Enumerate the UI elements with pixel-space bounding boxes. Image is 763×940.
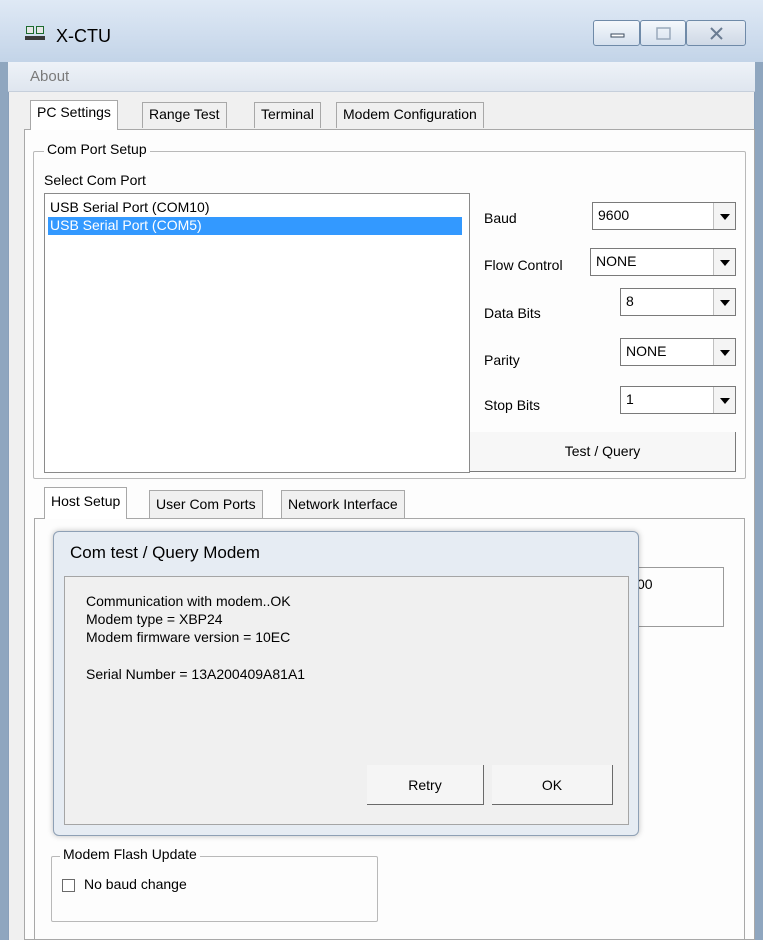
dialog-line-serial: Serial Number = 13A200409A81A1	[86, 666, 306, 682]
dialog-line-modem-type: Modem type = XBP24	[86, 611, 223, 627]
dialog-line-firmware: Modem firmware version = 10EC	[86, 629, 291, 645]
tab-user-com-ports[interactable]: User Com Ports	[149, 490, 263, 518]
chevron-down-icon[interactable]	[713, 249, 735, 275]
baud-select[interactable]: 9600	[592, 202, 736, 230]
parity-select[interactable]: NONE	[620, 338, 736, 366]
chevron-down-icon[interactable]	[713, 289, 735, 315]
menu-bar	[8, 62, 755, 92]
chevron-down-icon[interactable]	[713, 203, 735, 229]
tab-modem-configuration[interactable]: Modem Configuration	[336, 102, 484, 128]
flow-control-label: Flow Control	[484, 257, 563, 273]
tab-terminal[interactable]: Terminal	[254, 102, 321, 128]
stop-bits-value: 1	[626, 391, 634, 407]
no-baud-change-checkbox[interactable]	[62, 879, 75, 892]
ok-button[interactable]: OK	[492, 765, 613, 805]
stop-bits-select[interactable]: 1	[620, 386, 736, 414]
retry-button[interactable]: Retry	[367, 765, 484, 805]
flow-control-select[interactable]: NONE	[590, 248, 736, 276]
list-item-com5[interactable]: USB Serial Port (COM5)	[48, 217, 462, 235]
close-button[interactable]	[686, 20, 746, 46]
data-bits-value: 8	[626, 293, 634, 309]
baud-label: Baud	[484, 210, 517, 226]
tab-pc-settings[interactable]: PC Settings	[30, 100, 118, 130]
tab-network-interface[interactable]: Network Interface	[281, 490, 405, 518]
stop-bits-label: Stop Bits	[484, 397, 541, 413]
parity-value: NONE	[626, 343, 667, 359]
app-icon	[25, 24, 47, 42]
list-item-com10[interactable]: USB Serial Port (COM10)	[48, 199, 462, 217]
tab-range-test[interactable]: Range Test	[142, 102, 227, 128]
flow-control-value: NONE	[596, 253, 637, 269]
close-icon	[710, 27, 723, 40]
tab-host-setup[interactable]: Host Setup	[44, 487, 128, 519]
minimize-button[interactable]	[593, 20, 640, 46]
background-partial-text: 00	[637, 576, 653, 592]
modem-flash-update-label: Modem Flash Update	[60, 846, 200, 862]
baud-value: 9600	[598, 207, 630, 223]
parity-label: Parity	[484, 352, 520, 368]
select-com-port-label: Select Com Port	[44, 172, 146, 188]
window-title: X-CTU	[56, 26, 111, 46]
maximize-button[interactable]	[640, 20, 686, 46]
dialog-line-communication: Communication with modem..OK	[86, 593, 291, 609]
menu-about[interactable]: About	[30, 68, 69, 85]
chevron-down-icon[interactable]	[713, 339, 735, 365]
test-query-button[interactable]: Test / Query	[470, 432, 736, 472]
no-baud-change-label[interactable]: No baud change	[84, 876, 187, 892]
data-bits-label: Data Bits	[484, 305, 541, 321]
com-port-list[interactable]	[44, 193, 470, 473]
data-bits-select[interactable]: 8	[620, 288, 736, 316]
dialog-title: Com test / Query Modem	[70, 543, 260, 562]
chevron-down-icon[interactable]	[713, 387, 735, 413]
com-port-setup-label: Com Port Setup	[44, 141, 150, 157]
